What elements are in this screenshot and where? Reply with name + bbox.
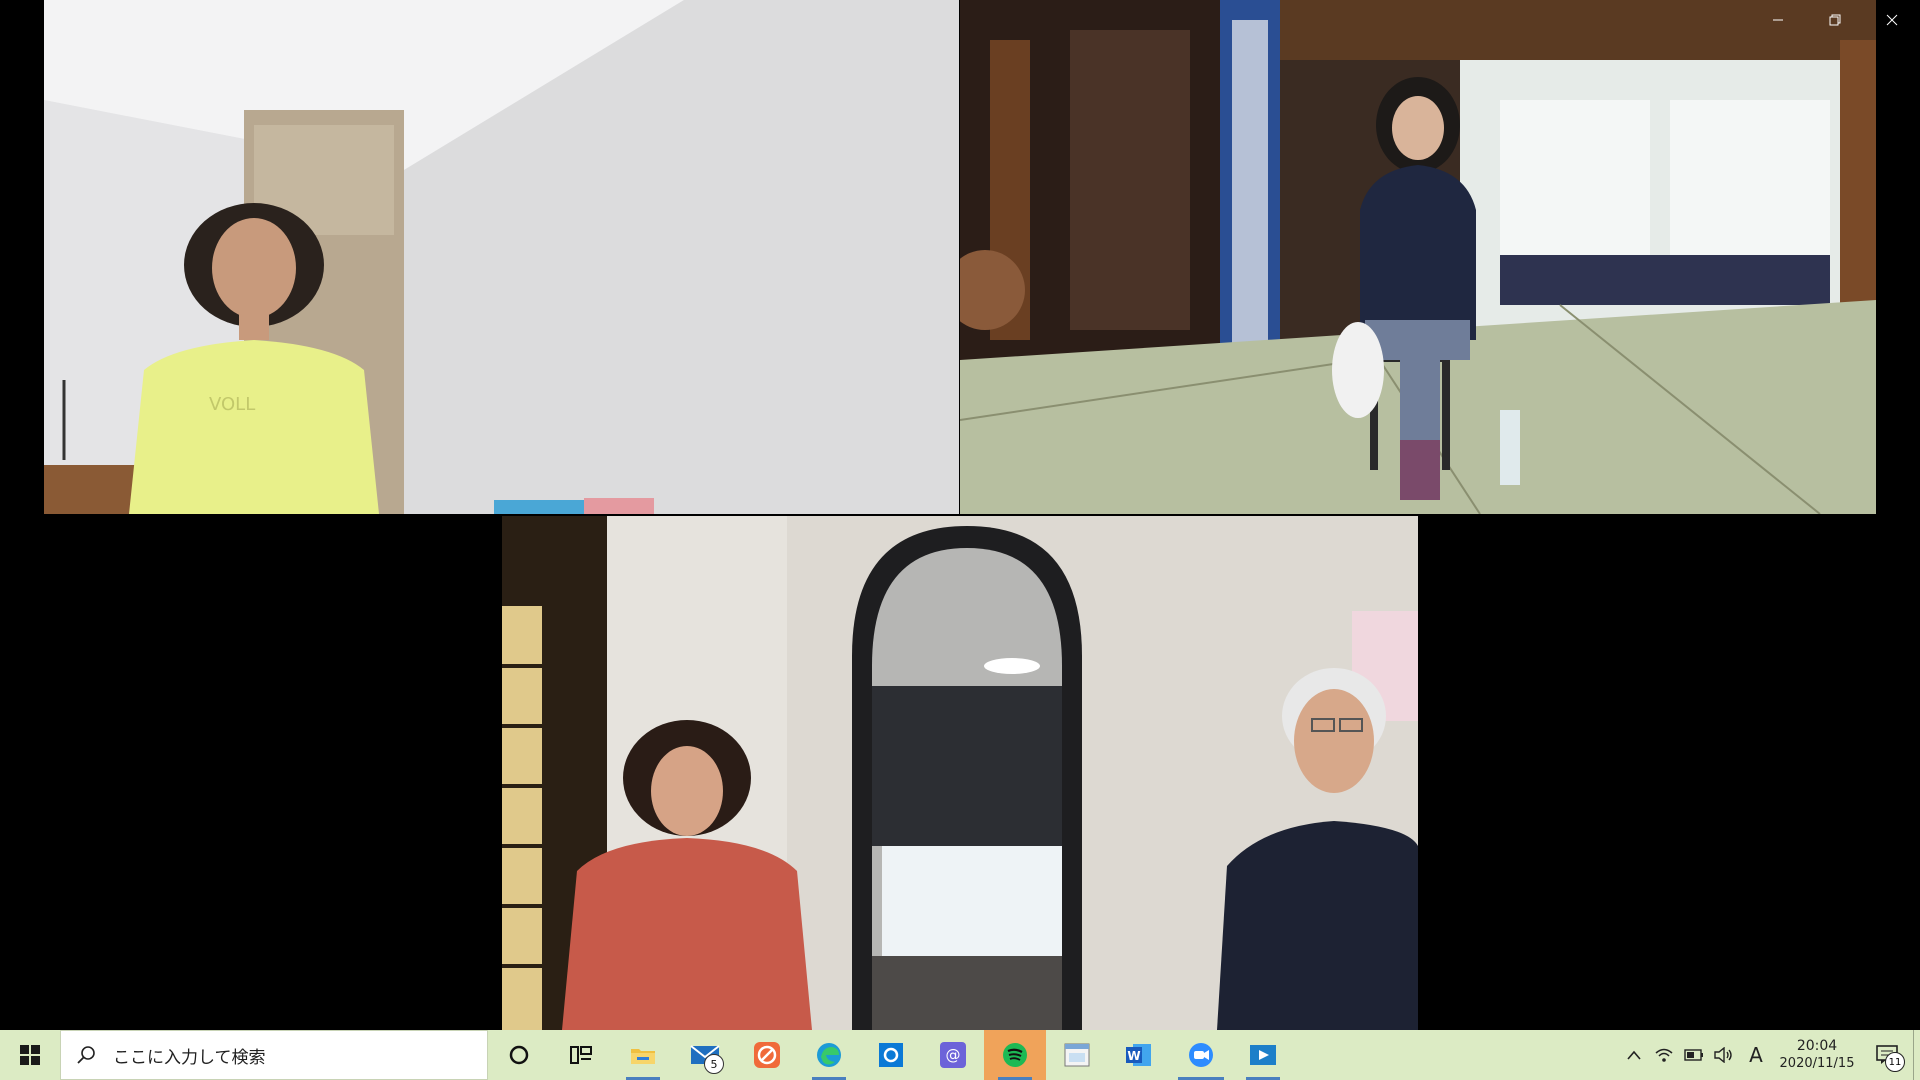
show-desktop-button[interactable] bbox=[1913, 1030, 1920, 1080]
orange-app-button[interactable] bbox=[736, 1030, 798, 1080]
taskbar-search-box[interactable]: ここに入力して検索 bbox=[60, 1030, 488, 1080]
edge-icon bbox=[817, 1043, 841, 1067]
video-tile-participant-1[interactable]: VOLL bbox=[44, 0, 959, 514]
at-mail-icon: @ bbox=[940, 1042, 966, 1068]
task-view-icon bbox=[570, 1046, 592, 1064]
close-icon bbox=[1886, 14, 1897, 26]
taskbar: ここに入力して検索 5 @ W A 20:04 2020/11/15 11 bbox=[0, 1030, 1920, 1080]
close-button[interactable] bbox=[1863, 0, 1920, 40]
window-app-button[interactable] bbox=[1046, 1030, 1108, 1080]
clock-time: 20:04 bbox=[1796, 1038, 1838, 1055]
menu-mail-button[interactable]: @ bbox=[922, 1030, 984, 1080]
svg-text:@: @ bbox=[946, 1046, 961, 1064]
cortana-button[interactable] bbox=[488, 1030, 550, 1080]
show-hidden-icons-button[interactable] bbox=[1619, 1030, 1649, 1080]
clock[interactable]: 20:04 2020/11/15 bbox=[1773, 1038, 1861, 1072]
speaker-icon bbox=[1714, 1047, 1732, 1063]
minimize-button[interactable] bbox=[1749, 0, 1806, 40]
battery-button[interactable] bbox=[1679, 1030, 1709, 1080]
spotify-icon bbox=[1003, 1043, 1027, 1067]
restore-button[interactable] bbox=[1806, 0, 1863, 40]
outlook-icon bbox=[879, 1043, 903, 1067]
system-tray: A 20:04 2020/11/15 11 bbox=[1619, 1030, 1920, 1080]
mail-button[interactable]: 5 bbox=[674, 1030, 736, 1080]
action-center-button[interactable]: 11 bbox=[1861, 1030, 1913, 1080]
spotify-button[interactable] bbox=[984, 1030, 1046, 1080]
svg-text:VOLL: VOLL bbox=[209, 394, 255, 415]
windows-icon bbox=[20, 1045, 40, 1065]
zoom-icon bbox=[1189, 1043, 1213, 1067]
media-icon bbox=[1250, 1045, 1276, 1065]
mail-badge: 5 bbox=[704, 1054, 724, 1074]
chevron-up-icon bbox=[1627, 1050, 1641, 1060]
restore-icon bbox=[1829, 14, 1840, 26]
file-explorer-button[interactable] bbox=[612, 1030, 674, 1080]
media-button[interactable] bbox=[1232, 1030, 1294, 1080]
participant-2-video bbox=[960, 0, 1876, 514]
participant-1-video: VOLL bbox=[44, 0, 959, 514]
outlook-button[interactable] bbox=[860, 1030, 922, 1080]
minimize-icon bbox=[1772, 19, 1783, 21]
clock-date: 2020/11/15 bbox=[1779, 1055, 1855, 1071]
window-controls bbox=[1749, 0, 1920, 40]
volume-button[interactable] bbox=[1709, 1030, 1739, 1080]
folder-icon bbox=[631, 1049, 655, 1064]
participant-3-video bbox=[502, 516, 1418, 1030]
video-tile-participant-2[interactable] bbox=[960, 0, 1876, 514]
notification-badge: 11 bbox=[1885, 1052, 1905, 1072]
circle-icon bbox=[509, 1045, 529, 1065]
orange-app-icon bbox=[754, 1042, 780, 1068]
video-tile-participant-3[interactable] bbox=[502, 516, 1418, 1030]
search-placeholder: ここに入力して検索 bbox=[113, 1047, 266, 1068]
search-icon bbox=[61, 1045, 113, 1065]
start-button[interactable] bbox=[0, 1030, 60, 1080]
edge-button[interactable] bbox=[798, 1030, 860, 1080]
wifi-icon bbox=[1655, 1048, 1673, 1062]
network-button[interactable] bbox=[1649, 1030, 1679, 1080]
window-app-icon bbox=[1064, 1043, 1090, 1067]
svg-text:W: W bbox=[1127, 1049, 1140, 1063]
word-icon: W bbox=[1126, 1044, 1151, 1066]
ime-indicator[interactable]: A bbox=[1739, 1043, 1773, 1067]
task-view-button[interactable] bbox=[550, 1030, 612, 1080]
zoom-button[interactable] bbox=[1170, 1030, 1232, 1080]
battery-icon bbox=[1684, 1049, 1703, 1061]
word-button[interactable]: W bbox=[1108, 1030, 1170, 1080]
